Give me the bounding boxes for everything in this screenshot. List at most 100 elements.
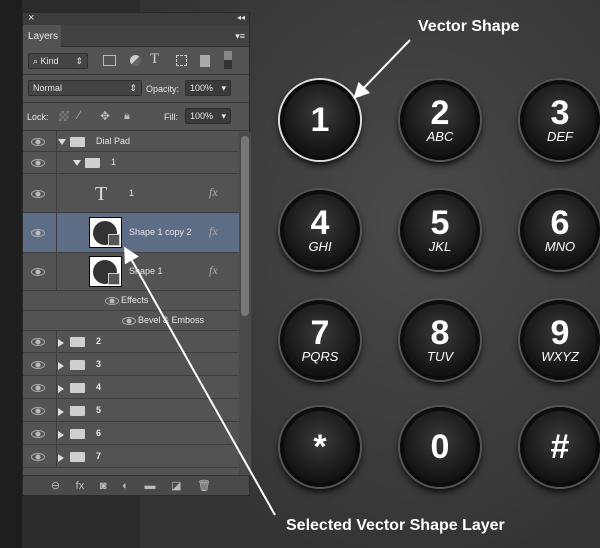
panel-footer: ⊖ fx ◙ ◐ ▬ ◪ 🗑︎ — [23, 475, 249, 495]
new-layer-icon[interactable]: ◪ — [171, 479, 181, 492]
expand-down-icon[interactable] — [73, 160, 81, 166]
visibility-eye-icon[interactable] — [31, 429, 45, 438]
close-button[interactable]: × — [28, 12, 34, 24]
trash-icon[interactable]: 🗑︎ — [197, 479, 211, 492]
filter-toggle[interactable] — [224, 51, 232, 69]
annotation-vector-shape: Vector Shape — [418, 18, 520, 35]
layer-row[interactable]: T 1 fx — [23, 174, 239, 213]
key-8[interactable]: 8 TUV — [400, 300, 480, 380]
layer-row[interactable]: 2 — [23, 331, 239, 353]
key-5[interactable]: 5 JKL — [400, 190, 480, 270]
opacity-input[interactable]: 100% ▾ — [185, 80, 231, 96]
key-digit: 8 — [430, 314, 450, 352]
layer-name: Shape 1 copy 2 — [129, 227, 192, 237]
key-4[interactable]: 4 GHI — [280, 190, 360, 270]
layer-row[interactable]: Bevel & Emboss — [23, 311, 239, 331]
expand-right-icon[interactable] — [58, 453, 64, 462]
filter-kind-select[interactable]: ⌕ Kind ⇕ — [28, 53, 88, 69]
fill-input[interactable]: 100% ▾ — [185, 108, 231, 124]
shape-filter-icon[interactable] — [176, 55, 187, 66]
visibility-eye-icon[interactable] — [31, 383, 45, 392]
expand-right-icon[interactable] — [58, 430, 64, 439]
expand-right-icon[interactable] — [58, 339, 64, 347]
visibility-eye-icon[interactable] — [105, 297, 119, 305]
opacity-value: 100% — [190, 83, 214, 93]
folder-icon — [70, 359, 85, 370]
annotation-selected-layer: Selected Vector Shape Layer — [286, 517, 505, 534]
key-3[interactable]: 3 DEF — [520, 80, 600, 160]
lock-transparent-icon[interactable] — [59, 111, 69, 121]
key-10[interactable]: * — [280, 407, 360, 487]
fill-label: Fill: — [164, 112, 178, 122]
lock-brush-icon[interactable]: ⁄ — [78, 108, 80, 122]
layer-row[interactable]: 5 — [23, 399, 239, 422]
link-icon[interactable]: ⊖ — [51, 479, 60, 492]
layer-row[interactable]: 1 — [23, 152, 239, 174]
layer-row[interactable]: Shape 1 copy 2 fx — [23, 213, 239, 253]
folder-icon — [85, 158, 100, 168]
visibility-eye-icon[interactable] — [31, 229, 45, 237]
lock-move-icon[interactable]: ✥ — [100, 109, 110, 123]
layer-name: 2 — [96, 336, 102, 346]
expand-down-icon[interactable] — [58, 138, 66, 145]
layer-row[interactable]: Dial Pad — [23, 131, 239, 152]
expand-right-icon[interactable] — [58, 361, 64, 370]
key-digit: 5 — [430, 204, 450, 242]
visibility-eye-icon[interactable] — [31, 452, 45, 461]
layer-row[interactable]: Effects — [23, 291, 239, 311]
layer-row[interactable]: 6 — [23, 422, 239, 445]
expand-right-icon[interactable] — [58, 384, 64, 393]
lock-label: Lock: — [27, 112, 49, 122]
layer-name: 1 — [129, 187, 135, 198]
fx-icon[interactable]: fx — [76, 480, 85, 492]
fx-icon[interactable]: fx — [209, 224, 218, 239]
smart-object-filter-icon[interactable] — [200, 55, 210, 67]
layer-name: Effects — [121, 295, 149, 305]
visibility-eye-icon[interactable] — [31, 189, 45, 198]
layer-row[interactable]: Shape 1 fx — [23, 253, 239, 291]
key-digit: 7 — [310, 314, 330, 352]
key-digit: 4 — [310, 204, 330, 242]
expand-right-icon[interactable] — [58, 407, 64, 416]
visibility-eye-icon[interactable] — [31, 360, 45, 369]
key-9[interactable]: 9 WXYZ — [520, 300, 600, 380]
key-7[interactable]: 7 PQRS — [280, 300, 360, 380]
key-11[interactable]: 0 — [400, 407, 480, 487]
layer-row[interactable]: 3 — [23, 353, 239, 376]
key-letters: ABC — [426, 129, 454, 144]
key-1[interactable]: 1 — [280, 80, 360, 160]
layer-name: Dial Pad — [96, 135, 131, 146]
layer-row[interactable]: 7 — [23, 445, 239, 468]
visibility-eye-icon[interactable] — [31, 268, 45, 276]
fx-icon[interactable]: fx — [209, 263, 218, 278]
pixel-filter-icon[interactable] — [103, 55, 116, 66]
blend-mode-select[interactable]: Normal ⇕ — [28, 80, 142, 96]
layer-row[interactable]: 4 — [23, 376, 239, 399]
visibility-eye-icon[interactable] — [31, 338, 45, 346]
folder-icon — [70, 451, 85, 462]
layer-name: 6 — [96, 427, 102, 438]
scrollbar[interactable] — [239, 132, 251, 475]
visibility-eye-icon[interactable] — [31, 137, 45, 146]
key-2[interactable]: 2 ABC — [400, 80, 480, 160]
fx-icon[interactable]: fx — [209, 185, 218, 200]
key-letters: MNO — [544, 239, 576, 254]
visibility-eye-icon[interactable] — [31, 159, 45, 167]
visibility-eye-icon[interactable] — [122, 317, 136, 325]
folder-icon[interactable]: ▬ — [144, 480, 155, 492]
adjustment-icon[interactable]: ◐ — [122, 480, 129, 492]
key-digit: # — [550, 428, 570, 466]
mask-icon[interactable]: ◙ — [100, 480, 107, 492]
visibility-eye-icon[interactable] — [31, 406, 45, 415]
text-layer-icon: T — [95, 182, 108, 205]
layer-name: 7 — [96, 450, 102, 461]
tab-layers[interactable]: Layers — [23, 25, 61, 47]
type-filter-icon[interactable]: T — [150, 51, 159, 68]
key-12[interactable]: # — [520, 407, 600, 487]
collapse-button[interactable]: ◂◂ — [237, 13, 245, 22]
adjustment-filter-icon[interactable] — [130, 55, 141, 66]
lock-all-icon[interactable]: 🔒︎ — [124, 110, 130, 123]
key-letters: DEF — [547, 129, 573, 144]
key-6[interactable]: 6 MNO — [520, 190, 600, 270]
panel-menu-button[interactable]: ▾≡ — [235, 31, 245, 42]
